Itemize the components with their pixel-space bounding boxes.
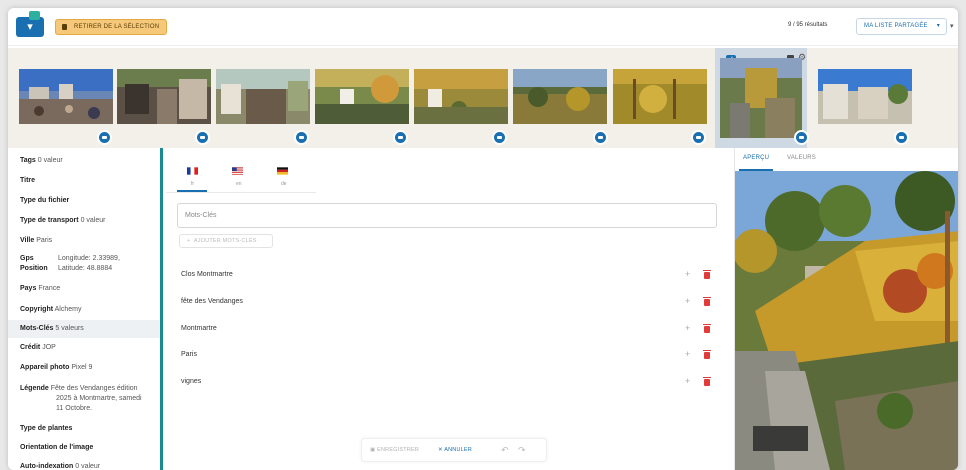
camera-icon[interactable] bbox=[593, 130, 608, 145]
thumbnail-2[interactable] bbox=[117, 69, 211, 124]
remove-from-selection-button[interactable]: RETIRER DE LA SÉLECTION bbox=[55, 19, 167, 35]
camera-icon[interactable] bbox=[97, 130, 112, 145]
active-tab-indicator bbox=[177, 190, 207, 192]
thumbnail-5[interactable] bbox=[414, 69, 508, 124]
redo-icon[interactable]: ↷ bbox=[518, 445, 526, 456]
thumbnail-strip: ✓ ⚙ bbox=[8, 48, 958, 148]
preview-image bbox=[735, 171, 958, 470]
usa-flag-icon[interactable] bbox=[232, 167, 243, 175]
thumbnail-9[interactable] bbox=[818, 69, 912, 124]
metadata-titre[interactable]: Titre bbox=[20, 176, 35, 186]
save-button[interactable]: ▣ ENREGISTRER bbox=[370, 447, 419, 453]
camera-icon[interactable] bbox=[492, 130, 507, 145]
chevron-down-icon: ▾ bbox=[936, 23, 940, 29]
metadata-orientation[interactable]: Orientation de l'image bbox=[20, 443, 93, 453]
shared-list-label: MA LISTE PARTAGÉE bbox=[864, 23, 928, 29]
metadata-panel: Tags 0 valeur Titre Type du fichier Type… bbox=[8, 148, 163, 470]
metadata-type-transport[interactable]: Type de transport 0 valeur bbox=[20, 216, 105, 226]
plus-icon[interactable]: + bbox=[685, 296, 690, 306]
plus-icon[interactable]: + bbox=[685, 269, 690, 279]
metadata-mots-cles[interactable]: Mots-Clés 5 valeurs bbox=[20, 324, 84, 334]
thumbnail-6[interactable] bbox=[513, 69, 607, 124]
germany-flag-icon[interactable] bbox=[277, 167, 288, 175]
add-keywords-button[interactable]: + AJOUTER MOTS-CLÉS bbox=[179, 234, 273, 248]
metadata-pays[interactable]: Pays France bbox=[20, 284, 60, 294]
divider bbox=[166, 192, 316, 193]
more-options-icon[interactable]: ▾ bbox=[950, 22, 954, 30]
shared-list-dropdown[interactable]: MA LISTE PARTAGÉE ▾ bbox=[856, 18, 947, 35]
thumbnail-4[interactable] bbox=[315, 69, 409, 124]
keyword-item: Montmartre bbox=[181, 325, 217, 332]
camera-icon[interactable] bbox=[195, 130, 210, 145]
plus-icon[interactable]: + bbox=[685, 376, 690, 386]
preview-panel: APERÇU VALEURS bbox=[734, 148, 958, 470]
remove-from-selection-label: RETIRER DE LA SÉLECTION bbox=[74, 24, 160, 30]
cancel-button[interactable]: ✕ ANNULER bbox=[438, 447, 472, 453]
delete-icon[interactable] bbox=[703, 377, 711, 386]
metadata-ville[interactable]: Ville Paris bbox=[20, 236, 52, 246]
keyword-item: fête des Vendanges bbox=[181, 298, 243, 305]
thumbnail-7[interactable] bbox=[613, 69, 707, 124]
selection-menu-button[interactable]: ▾ bbox=[16, 17, 44, 37]
keyword-editor: fr en de Mots-Clés + AJOUTER MOTS-CLÉS C… bbox=[166, 148, 734, 470]
action-bar: ▣ ENREGISTRER ✕ ANNULER ↶ ↷ bbox=[361, 438, 547, 462]
metadata-copyright[interactable]: Copyright Alchemy bbox=[20, 305, 81, 315]
top-bar: ▾ RETIRER DE LA SÉLECTION 9 / 95 résulta… bbox=[8, 8, 958, 46]
france-flag-icon[interactable] bbox=[187, 167, 198, 175]
thumbnail-8-selected[interactable] bbox=[720, 58, 802, 138]
delete-icon[interactable] bbox=[703, 270, 711, 279]
thumbnail-1[interactable] bbox=[19, 69, 113, 124]
add-keywords-label: AJOUTER MOTS-CLÉS bbox=[193, 238, 257, 244]
results-count: 9 / 95 résultats bbox=[788, 22, 828, 28]
tab-apercu[interactable]: APERÇU bbox=[743, 155, 769, 161]
metadata-credit[interactable]: Crédit JOP bbox=[20, 343, 56, 353]
selection-badge-icon bbox=[29, 11, 40, 20]
tab-lang-de[interactable]: de bbox=[281, 181, 287, 187]
metadata-appareil[interactable]: Appareil photo Pixel 9 bbox=[20, 363, 92, 373]
metadata-type-fichier[interactable]: Type du fichier bbox=[20, 196, 69, 206]
plus-icon[interactable]: + bbox=[685, 349, 690, 359]
thumbnail-3[interactable] bbox=[216, 69, 310, 124]
camera-icon[interactable] bbox=[691, 130, 706, 145]
app-window: ▾ RETIRER DE LA SÉLECTION 9 / 95 résulta… bbox=[8, 8, 958, 470]
tab-lang-en[interactable]: en bbox=[236, 181, 242, 187]
undo-icon[interactable]: ↶ bbox=[501, 445, 509, 456]
trash-icon bbox=[62, 24, 67, 30]
cancel-label: ANNULER bbox=[444, 447, 472, 453]
metadata-gps[interactable]: Gps Longitude: 2.33989, Position Latitude:… bbox=[20, 254, 120, 274]
tab-valeurs[interactable]: VALEURS bbox=[787, 155, 816, 161]
keyword-item: Paris bbox=[181, 351, 197, 358]
delete-icon[interactable] bbox=[703, 324, 711, 333]
keyword-item: vignes bbox=[181, 378, 202, 385]
keyword-item: Clos Montmartre bbox=[181, 271, 233, 278]
metadata-tags[interactable]: Tags 0 valeur bbox=[20, 156, 63, 166]
camera-icon[interactable] bbox=[894, 130, 909, 145]
tab-lang-fr[interactable]: fr bbox=[191, 181, 194, 187]
metadata-legende[interactable]: Légende Fête des Vendanges édition 2025 … bbox=[20, 384, 142, 414]
metadata-auto-indexation[interactable]: Auto-indexation 0 valeur bbox=[20, 462, 100, 470]
camera-icon[interactable] bbox=[294, 130, 309, 145]
delete-icon[interactable] bbox=[703, 297, 711, 306]
delete-icon[interactable] bbox=[703, 350, 711, 359]
plus-icon[interactable]: + bbox=[685, 323, 690, 333]
keywords-input[interactable]: Mots-Clés bbox=[177, 203, 717, 228]
camera-icon[interactable] bbox=[794, 130, 809, 145]
camera-icon[interactable] bbox=[393, 130, 408, 145]
metadata-type-plantes[interactable]: Type de plantes bbox=[20, 424, 72, 434]
save-label: ENREGISTRER bbox=[377, 447, 420, 453]
